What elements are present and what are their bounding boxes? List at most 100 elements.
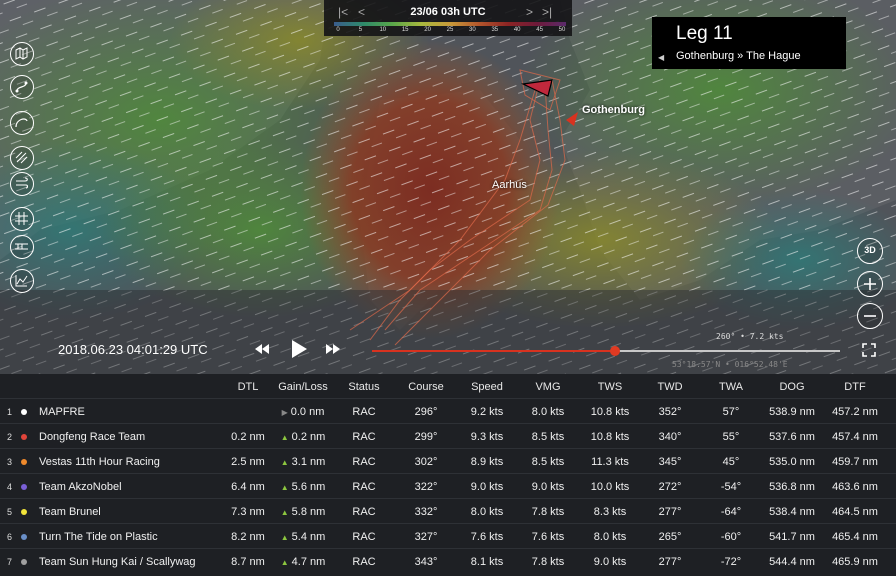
wind-speed-scale: 0 5 10 15 20 25 30 35 40 45 50 bbox=[334, 22, 566, 33]
table-row[interactable]: 6 Turn The Tide on Plastic 8.2 nm ▲ 5.4 nm RA… bbox=[0, 523, 896, 548]
team-color-dot bbox=[21, 409, 27, 415]
cell-dtl: 8.7 nm bbox=[231, 556, 265, 568]
cell-vmg: 7.8 kts bbox=[531, 506, 565, 518]
column-header-dog[interactable]: DOG bbox=[779, 381, 804, 393]
cell-speed: 8.0 kts bbox=[470, 506, 504, 518]
collapse-arrow-icon[interactable]: ◀ bbox=[658, 53, 664, 62]
column-header-vmg[interactable]: VMG bbox=[535, 381, 560, 393]
team-name: Turn The Tide on Plastic bbox=[39, 531, 158, 543]
toggle-3d-button[interactable]: 3D bbox=[857, 238, 883, 264]
rank-number: 1 bbox=[7, 407, 13, 417]
wind-readout: 260° • 7.2 kts bbox=[716, 332, 784, 341]
timeline-handle[interactable] bbox=[610, 346, 621, 356]
cell-gain-loss: ▶ 0.0 nm bbox=[281, 406, 325, 418]
cell-status: RAC bbox=[352, 406, 376, 418]
table-row[interactable]: 5 Team Brunel 7.3 nm ▲ 5.8 nm RAC 332° 8.0 kts 7… bbox=[0, 498, 896, 523]
fullscreen-icon[interactable] bbox=[862, 343, 876, 357]
column-header-gain-loss[interactable]: Gain/Loss bbox=[278, 381, 328, 393]
cell-vmg: 8.5 kts bbox=[531, 456, 565, 468]
race-map[interactable]: |< < 23/06 03h UTC > >| 0 5 10 15 20 25 30 35 40… bbox=[0, 0, 896, 374]
zoom-out-button[interactable] bbox=[857, 303, 883, 329]
cell-gain-loss: ▲ 5.6 nm bbox=[280, 481, 326, 493]
cell-speed: 9.2 kts bbox=[470, 406, 504, 418]
cell-dtl: 8.2 nm bbox=[231, 531, 265, 543]
leg-panel[interactable]: Leg 11 ◀ Gothenburg » The Hague bbox=[652, 17, 846, 69]
cell-speed: 8.9 kts bbox=[470, 456, 504, 468]
cell-dtf: 457.4 nm bbox=[832, 431, 878, 443]
team-name: Team Brunel bbox=[39, 506, 101, 518]
wind-layer-button[interactable] bbox=[10, 172, 34, 196]
cell-dtf: 465.4 nm bbox=[832, 531, 878, 543]
layers-button[interactable] bbox=[10, 42, 34, 66]
team-name: Team Sun Hung Kai / Scallywag bbox=[39, 556, 196, 568]
cell-twd: 277° bbox=[658, 556, 682, 568]
gain-up-icon: ▲ bbox=[280, 508, 289, 517]
cell-dtf: 464.5 nm bbox=[832, 506, 878, 518]
cell-course: 343° bbox=[414, 556, 438, 568]
route-button[interactable] bbox=[10, 75, 34, 99]
cell-twa: 55° bbox=[722, 431, 740, 443]
table-row[interactable]: 1 MAPFRE ▶ 0.0 nm RAC 296° 9.2 kts 8.0 kts 10.8 … bbox=[0, 398, 896, 423]
column-header-twa[interactable]: TWA bbox=[719, 381, 743, 393]
cell-twd: 277° bbox=[658, 506, 682, 518]
cell-course: 327° bbox=[414, 531, 438, 543]
cell-dog: 538.9 nm bbox=[769, 406, 815, 418]
tracks-button[interactable] bbox=[10, 111, 34, 135]
cell-gain-loss: ▲ 4.7 nm bbox=[280, 556, 326, 568]
cell-course: 296° bbox=[414, 406, 438, 418]
cell-dtl: 0.2 nm bbox=[231, 431, 265, 443]
column-header-dtl[interactable]: DTL bbox=[238, 381, 259, 393]
cell-tws: 11.3 kts bbox=[591, 456, 629, 468]
cell-vmg: 7.8 kts bbox=[531, 556, 565, 568]
cell-twa: -64° bbox=[720, 506, 742, 518]
cell-twa: -54° bbox=[720, 481, 742, 493]
column-header-speed[interactable]: Speed bbox=[471, 381, 503, 393]
chart-icon bbox=[15, 275, 28, 287]
rewind-icon[interactable] bbox=[254, 343, 270, 355]
fast-forward-icon[interactable] bbox=[325, 343, 341, 355]
team-name: Team AkzoNobel bbox=[39, 481, 122, 493]
cell-dog: 537.6 nm bbox=[769, 431, 815, 443]
grid-button[interactable] bbox=[10, 207, 34, 231]
laylines-button[interactable] bbox=[10, 146, 34, 170]
cell-gain-loss: ▲ 3.1 nm bbox=[280, 456, 326, 468]
zoom-in-button[interactable] bbox=[857, 271, 883, 297]
cell-dtf: 457.2 nm bbox=[832, 406, 878, 418]
cell-dog: 541.7 nm bbox=[769, 531, 815, 543]
cell-dtf: 465.9 nm bbox=[832, 556, 878, 568]
cell-twd: 345° bbox=[658, 456, 682, 468]
table-row[interactable]: 7 Team Sun Hung Kai / Scallywag 8.7 nm ▲ 4.7… bbox=[0, 548, 896, 573]
cell-dog: 535.0 nm bbox=[769, 456, 815, 468]
cell-tws: 10.8 kts bbox=[590, 431, 630, 443]
wind-scale-tick: 40 bbox=[513, 27, 521, 33]
stats-button[interactable] bbox=[10, 269, 34, 293]
cell-course: 299° bbox=[414, 431, 438, 443]
table-header: DTL Gain/Loss Status Course Speed VMG TWS TWD TW… bbox=[0, 374, 896, 398]
column-header-twd[interactable]: TWD bbox=[657, 381, 682, 393]
zones-button[interactable] bbox=[10, 235, 34, 259]
cell-vmg: 7.6 kts bbox=[531, 531, 565, 543]
table-row[interactable]: 4 Team AkzoNobel 6.4 nm ▲ 5.6 nm RAC 322° 9.0 k… bbox=[0, 473, 896, 498]
cell-vmg: 8.0 kts bbox=[531, 406, 565, 418]
wind-scale-tick: 0 bbox=[336, 27, 340, 33]
cell-dog: 544.4 nm bbox=[769, 556, 815, 568]
column-header-tws[interactable]: TWS bbox=[598, 381, 622, 393]
timeline-slider[interactable] bbox=[372, 346, 840, 356]
table-row[interactable]: 2 Dongfeng Race Team 0.2 nm ▲ 0.2 nm RAC 299° 9… bbox=[0, 423, 896, 448]
gain-up-icon: ▲ bbox=[280, 533, 289, 542]
cell-vmg: 9.0 kts bbox=[531, 481, 565, 493]
next-frame-button[interactable]: > bbox=[526, 5, 533, 19]
wind-scale-tick: 25 bbox=[446, 27, 454, 33]
rank-number: 5 bbox=[7, 507, 13, 517]
play-icon[interactable] bbox=[290, 339, 308, 359]
table-row[interactable]: 3 Vestas 11th Hour Racing 2.5 nm ▲ 3.1 nm RAC… bbox=[0, 448, 896, 473]
column-header-status[interactable]: Status bbox=[348, 381, 379, 393]
column-header-course[interactable]: Course bbox=[408, 381, 443, 393]
cell-vmg: 8.5 kts bbox=[531, 431, 565, 443]
wind-scale-tick: 10 bbox=[379, 27, 387, 33]
last-frame-button[interactable]: >| bbox=[542, 5, 552, 19]
team-name: Vestas 11th Hour Racing bbox=[39, 456, 160, 468]
city-label-aarhus: Aarhus bbox=[492, 179, 527, 191]
column-header-dtf[interactable]: DTF bbox=[844, 381, 865, 393]
wind-scale-tick: 15 bbox=[401, 27, 409, 33]
